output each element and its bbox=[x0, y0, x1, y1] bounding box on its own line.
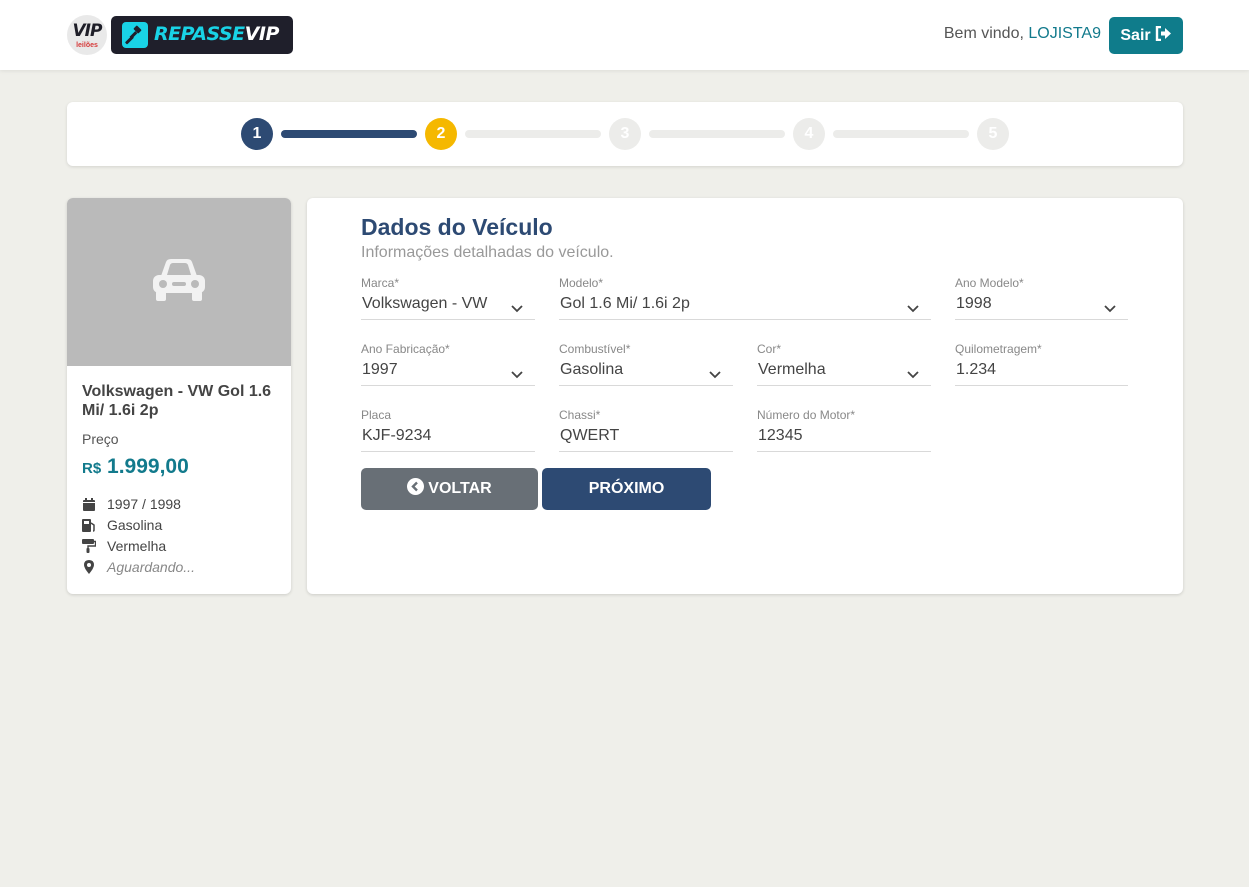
step-connector-4 bbox=[833, 130, 969, 138]
chevron-circle-left-icon bbox=[407, 478, 425, 500]
chassi-input[interactable]: Chassi* QWERT bbox=[559, 408, 733, 452]
progress-stepper: 1 2 3 4 5 bbox=[67, 102, 1183, 166]
back-label: VOLTAR bbox=[428, 480, 492, 497]
welcome-message: Bem vindo, LOJISTA9 bbox=[944, 25, 1101, 43]
modelo-select[interactable]: Modelo* Gol 1.6 Mi/ 1.6i 2p bbox=[559, 276, 931, 320]
calendar-icon bbox=[82, 496, 96, 512]
form-subtitle: Informações detalhadas do veículo. bbox=[361, 244, 614, 261]
info-year: 1997 / 1998 bbox=[82, 496, 181, 512]
step-2[interactable]: 2 bbox=[425, 118, 457, 150]
placa-input[interactable]: Placa KJF-9234 bbox=[361, 408, 535, 452]
top-header: VIP leilões REPASSEVIP Bem vindo, LOJIST… bbox=[0, 0, 1249, 70]
gavel-icon bbox=[122, 22, 148, 48]
chassi-label: Chassi* bbox=[559, 408, 601, 422]
cor-label: Cor* bbox=[757, 342, 782, 356]
step-5[interactable]: 5 bbox=[977, 118, 1009, 150]
price-label: Preço bbox=[82, 431, 119, 447]
cor-select[interactable]: Cor* Vermelha bbox=[757, 342, 931, 386]
info-location-text: Aguardando... bbox=[107, 559, 195, 575]
back-button[interactable]: VOLTAR bbox=[361, 468, 538, 510]
marca-select[interactable]: Marca* Volkswagen - VW bbox=[361, 276, 535, 320]
paint-roller-icon bbox=[82, 538, 96, 554]
numero-motor-label: Número do Motor* bbox=[757, 408, 856, 422]
step-connector-3 bbox=[649, 130, 785, 138]
placa-value: KJF-9234 bbox=[362, 427, 432, 444]
brand-word-vip: VIP bbox=[244, 23, 280, 45]
price-currency: R$ bbox=[82, 460, 102, 477]
vip-logo-subtext: leilões bbox=[76, 42, 98, 49]
modelo-value: Gol 1.6 Mi/ 1.6i 2p bbox=[560, 295, 690, 312]
info-color-text: Vermelha bbox=[107, 538, 167, 554]
quilometragem-value: 1.234 bbox=[956, 361, 997, 378]
logout-button[interactable]: Sair bbox=[1109, 17, 1183, 54]
sign-out-icon bbox=[1155, 25, 1172, 46]
ano-modelo-label: Ano Modelo* bbox=[955, 276, 1024, 290]
price-value: 1.999,00 bbox=[107, 455, 189, 478]
quilometragem-label: Quilometragem* bbox=[955, 342, 1042, 356]
info-location: Aguardando... bbox=[82, 559, 195, 575]
welcome-prefix: Bem vindo, bbox=[943, 25, 1024, 42]
chevron-down-icon bbox=[907, 366, 919, 384]
marca-label: Marca* bbox=[361, 276, 400, 290]
chevron-down-icon bbox=[1104, 300, 1116, 318]
ano-modelo-value: 1998 bbox=[956, 295, 992, 312]
numero-motor-value: 12345 bbox=[758, 427, 803, 444]
placa-label: Placa bbox=[361, 408, 392, 422]
step-connector-1 bbox=[281, 130, 417, 138]
combustivel-select[interactable]: Combustível* Gasolina bbox=[559, 342, 733, 386]
gas-pump-icon bbox=[82, 517, 96, 533]
logout-label: Sair bbox=[1120, 26, 1151, 44]
step-4[interactable]: 4 bbox=[793, 118, 825, 150]
info-fuel: Gasolina bbox=[82, 517, 162, 533]
ano-fabricacao-label: Ano Fabricação* bbox=[361, 342, 450, 356]
repasse-vip-wordmark: REPASSEVIP bbox=[154, 23, 279, 45]
info-fuel-text: Gasolina bbox=[107, 517, 163, 533]
repasse-vip-logo[interactable]: REPASSEVIP bbox=[111, 16, 293, 54]
numero-motor-input[interactable]: Número do Motor* 12345 bbox=[757, 408, 931, 452]
step-3[interactable]: 3 bbox=[609, 118, 641, 150]
chevron-down-icon bbox=[709, 366, 721, 384]
info-color: Vermelha bbox=[82, 538, 166, 554]
vehicle-title: Volkswagen - VW Gol 1.6 Mi/ 1.6i 2p bbox=[82, 383, 272, 419]
vip-leiloes-logo[interactable]: VIP leilões bbox=[67, 15, 107, 55]
step-connector-2 bbox=[465, 130, 601, 138]
vehicle-price: R$ 1.999,00 bbox=[82, 455, 189, 479]
next-button[interactable]: PRÓXIMO bbox=[542, 468, 711, 510]
chassi-value: QWERT bbox=[560, 427, 620, 444]
combustivel-label: Combustível* bbox=[559, 342, 631, 356]
vehicle-summary-card: Volkswagen - VW Gol 1.6 Mi/ 1.6i 2p Preç… bbox=[67, 198, 291, 594]
step-1[interactable]: 1 bbox=[241, 118, 273, 150]
cor-value: Vermelha bbox=[758, 361, 826, 378]
vehicle-photo-placeholder bbox=[67, 198, 291, 366]
vip-logo-text: VIP bbox=[72, 21, 103, 41]
ano-modelo-select[interactable]: Ano Modelo* 1998 bbox=[955, 276, 1128, 320]
next-label: PRÓXIMO bbox=[588, 480, 665, 497]
ano-fabricacao-value: 1997 bbox=[362, 361, 398, 378]
username-link[interactable]: LOJISTA9 bbox=[1028, 25, 1101, 42]
ano-fabricacao-select[interactable]: Ano Fabricação* 1997 bbox=[361, 342, 535, 386]
map-marker-icon bbox=[82, 559, 96, 575]
car-icon bbox=[149, 256, 209, 309]
chevron-down-icon bbox=[907, 300, 919, 318]
modelo-label: Modelo* bbox=[559, 276, 604, 290]
chevron-down-icon bbox=[511, 300, 523, 318]
combustivel-value: Gasolina bbox=[560, 361, 624, 378]
quilometragem-input[interactable]: Quilometragem* 1.234 bbox=[955, 342, 1128, 386]
chevron-down-icon bbox=[511, 366, 523, 384]
info-year-text: 1997 / 1998 bbox=[107, 496, 181, 512]
marca-value: Volkswagen - VW bbox=[362, 295, 488, 312]
brand-word-repasse: REPASSE bbox=[154, 23, 245, 45]
vehicle-data-form: Dados do Veículo Informações detalhadas … bbox=[307, 198, 1183, 594]
form-title: Dados do Veículo bbox=[361, 214, 553, 240]
